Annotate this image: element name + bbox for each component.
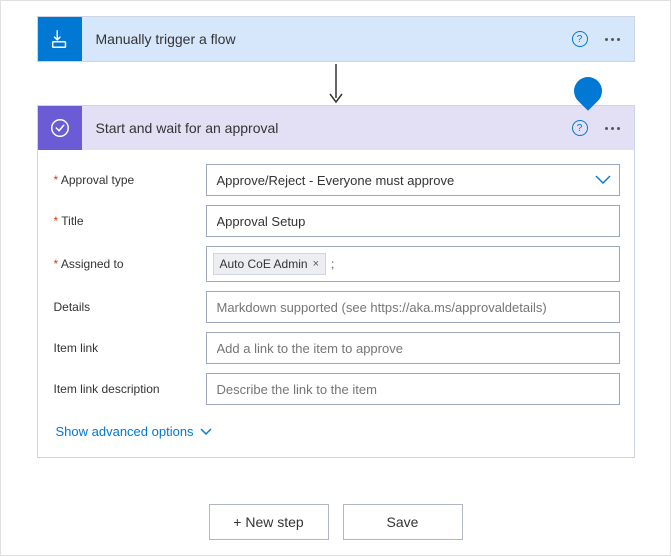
- item-link-input[interactable]: [206, 332, 620, 364]
- assigned-to-chip: Auto CoE Admin ×: [213, 253, 327, 275]
- remove-chip-icon[interactable]: ×: [313, 258, 319, 270]
- approval-type-select[interactable]: Approve/Reject - Everyone must approve: [206, 164, 620, 196]
- trigger-card: Manually trigger a flow ?: [37, 16, 635, 62]
- save-button[interactable]: Save: [343, 504, 463, 540]
- trigger-card-header[interactable]: Manually trigger a flow ?: [38, 17, 634, 61]
- trigger-icon: [38, 17, 82, 61]
- action-card-body: Approval type Approve/Reject - Everyone …: [38, 150, 634, 457]
- action-card-header[interactable]: Start and wait for an approval ?: [38, 106, 634, 150]
- chevron-down-icon: [200, 428, 212, 436]
- assigned-to-label: Assigned to: [52, 257, 206, 271]
- arrow-down-icon: [328, 62, 344, 105]
- item-link-label: Item link: [52, 341, 206, 355]
- title-input[interactable]: [206, 205, 620, 237]
- field-details: Details: [52, 291, 620, 323]
- flow-checker-indicator-icon[interactable]: [568, 71, 608, 111]
- help-icon[interactable]: ?: [572, 120, 588, 136]
- flow-designer-canvas: Manually trigger a flow ? Start and wait…: [0, 0, 671, 556]
- assigned-to-input[interactable]: Auto CoE Admin × ;: [206, 246, 620, 282]
- field-approval-type: Approval type Approve/Reject - Everyone …: [52, 164, 620, 196]
- new-step-button[interactable]: + New step: [209, 504, 329, 540]
- approval-type-label: Approval type: [52, 173, 206, 187]
- item-link-desc-input[interactable]: [206, 373, 620, 405]
- title-label: Title: [52, 214, 206, 228]
- show-advanced-link[interactable]: Show advanced options: [52, 414, 620, 453]
- more-menu-icon[interactable]: [602, 38, 624, 41]
- help-icon[interactable]: ?: [572, 31, 588, 47]
- details-input[interactable]: [206, 291, 620, 323]
- chip-label: Auto CoE Admin: [220, 257, 308, 271]
- approval-type-value: Approve/Reject - Everyone must approve: [217, 173, 455, 188]
- chip-suffix: ;: [331, 257, 334, 271]
- more-menu-icon[interactable]: [602, 127, 624, 130]
- item-link-desc-label: Item link description: [52, 382, 206, 396]
- show-advanced-label: Show advanced options: [56, 424, 194, 439]
- action-card: Start and wait for an approval ? Approva…: [37, 105, 635, 458]
- chevron-down-icon: [595, 174, 611, 186]
- field-assigned-to: Assigned to Auto CoE Admin × ;: [52, 246, 620, 282]
- field-title: Title: [52, 205, 620, 237]
- approval-icon: [38, 106, 82, 150]
- action-title: Start and wait for an approval: [82, 120, 572, 136]
- details-label: Details: [52, 300, 206, 314]
- field-item-link-desc: Item link description: [52, 373, 620, 405]
- connector-arrow-area: [21, 62, 650, 105]
- field-item-link: Item link: [52, 332, 620, 364]
- footer-actions: + New step Save: [21, 504, 650, 540]
- trigger-title: Manually trigger a flow: [82, 31, 572, 47]
